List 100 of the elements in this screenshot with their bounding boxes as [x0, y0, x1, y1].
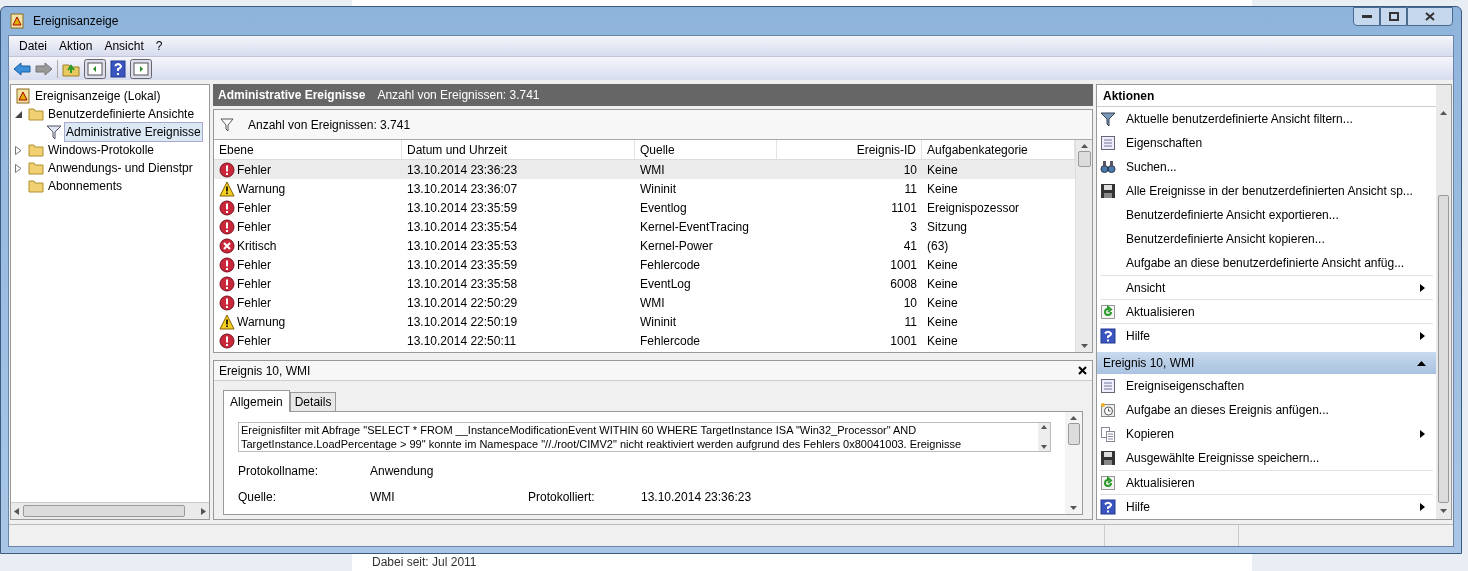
table-cell-text: Fehler	[237, 275, 271, 293]
vertical-scrollbar[interactable]	[1075, 140, 1092, 352]
table-cell-text: 13.10.2014 23:35:59	[406, 199, 519, 217]
scrollbar-thumb[interactable]	[1077, 151, 1091, 167]
maximize-button[interactable]	[1380, 7, 1407, 26]
action-item[interactable]: Benutzerdefinierte Ansicht kopieren...	[1100, 228, 1433, 250]
collapse-arrow-icon[interactable]	[1417, 360, 1426, 366]
action-item[interactable]: Ansicht	[1100, 276, 1433, 299]
scroll-down-icon[interactable]	[1080, 344, 1088, 348]
submenu-arrow-icon	[1420, 502, 1425, 511]
scroll-up-icon[interactable]	[1080, 144, 1088, 148]
tree-item[interactable]: Administrative Ereignisse	[65, 123, 202, 141]
action-item[interactable]: Aufgabe an diese benutzerdefinierte Ansicht anfüg...	[1100, 252, 1433, 274]
action-item[interactable]: Suchen...	[1100, 156, 1433, 178]
scroll-down-icon[interactable]	[1041, 445, 1047, 449]
table-cell-text: Keine	[926, 256, 959, 274]
event-log-icon	[15, 88, 31, 104]
tree-item[interactable]: Ereignisanzeige (Lokal)	[34, 87, 162, 105]
action-item[interactable]: Alle Ereignisse in der benutzerdefinierten Ansicht sp...	[1100, 180, 1433, 202]
close-button[interactable]	[1407, 7, 1453, 26]
table-cell-text: Warnung	[237, 313, 286, 331]
menu-item[interactable]: Datei	[13, 36, 53, 56]
table-cell-text: 13.10.2014 23:35:54	[406, 218, 519, 236]
folder-icon	[28, 161, 44, 175]
forward-arrow-icon[interactable]	[35, 61, 53, 76]
collapse-arrow-icon[interactable]	[15, 110, 22, 118]
column-header[interactable]: Datum und Uhrzeit	[402, 140, 635, 159]
action-item[interactable]: Hilfe	[1100, 495, 1433, 518]
back-arrow-icon[interactable]	[13, 61, 31, 76]
tree-item[interactable]: Anwendungs- und Dienstpr	[47, 159, 194, 177]
table-cell-text: Wininit	[639, 180, 677, 198]
table-row[interactable]: Fehler 13.10.2014 23:36:23 WMI 10 Keine	[214, 160, 1075, 179]
scroll-down-icon[interactable]	[1440, 509, 1447, 513]
table-cell-text: 6008	[889, 275, 918, 293]
action-item[interactable]: Aktualisieren	[1100, 300, 1433, 323]
error-icon	[219, 332, 235, 349]
table-cell-text: EventLog	[639, 275, 692, 293]
table-cell-text: Keine	[926, 313, 959, 331]
tree-item[interactable]: Benutzerdefinierte Ansichte	[47, 105, 196, 123]
column-header[interactable]: Ereignis-ID	[777, 140, 922, 159]
action-item[interactable]: Eigenschaften	[1100, 132, 1433, 154]
scroll-down-icon[interactable]	[1070, 506, 1077, 510]
table-cell-text: Keine	[926, 180, 959, 198]
scrollbar-thumb[interactable]	[1067, 423, 1080, 445]
field-label: Protokollname:	[238, 463, 320, 480]
tree-item[interactable]: Windows-Protokolle	[47, 141, 156, 159]
field-label: Quelle:	[238, 489, 278, 506]
table-cell-text: 13.10.2014 23:35:58	[406, 275, 519, 293]
tab[interactable]: Allgemein	[223, 390, 290, 412]
expand-arrow-icon[interactable]	[15, 163, 22, 173]
panel-toggle-icon[interactable]	[84, 58, 106, 79]
action-item[interactable]: Aktuelle benutzerdefinierte Ansicht filtern...	[1100, 108, 1433, 130]
filter-summary: Anzahl von Ereignissen: 3.741	[248, 116, 411, 134]
expand-arrow-icon[interactable]	[15, 145, 22, 155]
action-item[interactable]: Kopieren	[1100, 423, 1433, 445]
field-label: Protokolliert:	[528, 489, 596, 506]
tab[interactable]: Details	[289, 392, 337, 411]
filter-icon	[1100, 111, 1116, 127]
table-cell-text: Fehlercode	[639, 332, 702, 350]
scrollbar-thumb[interactable]	[23, 505, 185, 517]
horizontal-scrollbar[interactable]	[11, 502, 209, 519]
column-header[interactable]: Ebene	[214, 140, 402, 159]
critical-icon	[219, 237, 235, 254]
action-item[interactable]: Ereigniseigenschaften	[1100, 375, 1433, 397]
table-cell-text: Wininit	[639, 313, 677, 331]
scrollbar-thumb[interactable]	[1438, 195, 1449, 503]
scroll-up-icon[interactable]	[1440, 111, 1447, 115]
table-cell-text: 13.10.2014 23:35:59	[406, 256, 519, 274]
table-cell-text: Keine	[926, 161, 959, 179]
action-item[interactable]: Benutzerdefinierte Ansicht exportieren...	[1100, 204, 1433, 226]
column-header[interactable]: Quelle	[635, 140, 777, 159]
close-icon[interactable]	[1078, 366, 1087, 375]
field-value: 13.10.2014 23:36:23	[641, 489, 752, 506]
action-item[interactable]: Hilfe	[1100, 324, 1433, 347]
section-title: Aktionen	[1103, 87, 1155, 105]
scroll-up-icon[interactable]	[1041, 425, 1047, 429]
minimize-button[interactable]	[1353, 7, 1380, 26]
field-value: WMI	[370, 489, 396, 506]
help-icon[interactable]	[110, 59, 126, 78]
action-item[interactable]: Aktualisieren	[1100, 471, 1433, 494]
action-item[interactable]: Ausgewählte Ereignisse speichern...	[1100, 447, 1433, 469]
scroll-up-icon[interactable]	[1070, 416, 1077, 420]
menu-item[interactable]: ?	[149, 36, 169, 56]
binoculars-icon	[1100, 159, 1116, 175]
scroll-left-icon[interactable]	[14, 507, 19, 515]
vertical-scrollbar[interactable]	[1038, 423, 1050, 451]
table-cell-text: Ereignispozessor	[926, 199, 1021, 217]
menu-item[interactable]: Aktion	[53, 36, 99, 56]
scroll-right-icon[interactable]	[201, 507, 206, 515]
folder-icon	[28, 143, 44, 157]
event-description: Ereignisfilter mit Abfrage "SELECT * FROM __InstanceModificationEvent WITHIN 60 WHERE TargetInstance ISA "Win32_Processor" AND TargetInstance.LoadPercentage > 99" konnte im Namespace "//./root/CIMV2" nicht reaktiviert werden aufgrund des Fehlers 0x80041003. Ereignisse	[240, 423, 963, 451]
table-cell-text: 11	[903, 313, 918, 331]
panel-toggle-icon[interactable]	[130, 58, 152, 79]
table-cell-text: Kernel-EventTracing	[639, 218, 750, 236]
vertical-scrollbar[interactable]	[1065, 412, 1082, 514]
vertical-scrollbar[interactable]	[1436, 85, 1451, 519]
action-item[interactable]: Aufgabe an dieses Ereignis anfügen...	[1100, 399, 1433, 421]
close-icon	[1425, 12, 1435, 21]
tree-item[interactable]: Abonnements	[47, 177, 124, 195]
menu-item[interactable]: Ansicht	[98, 36, 150, 56]
